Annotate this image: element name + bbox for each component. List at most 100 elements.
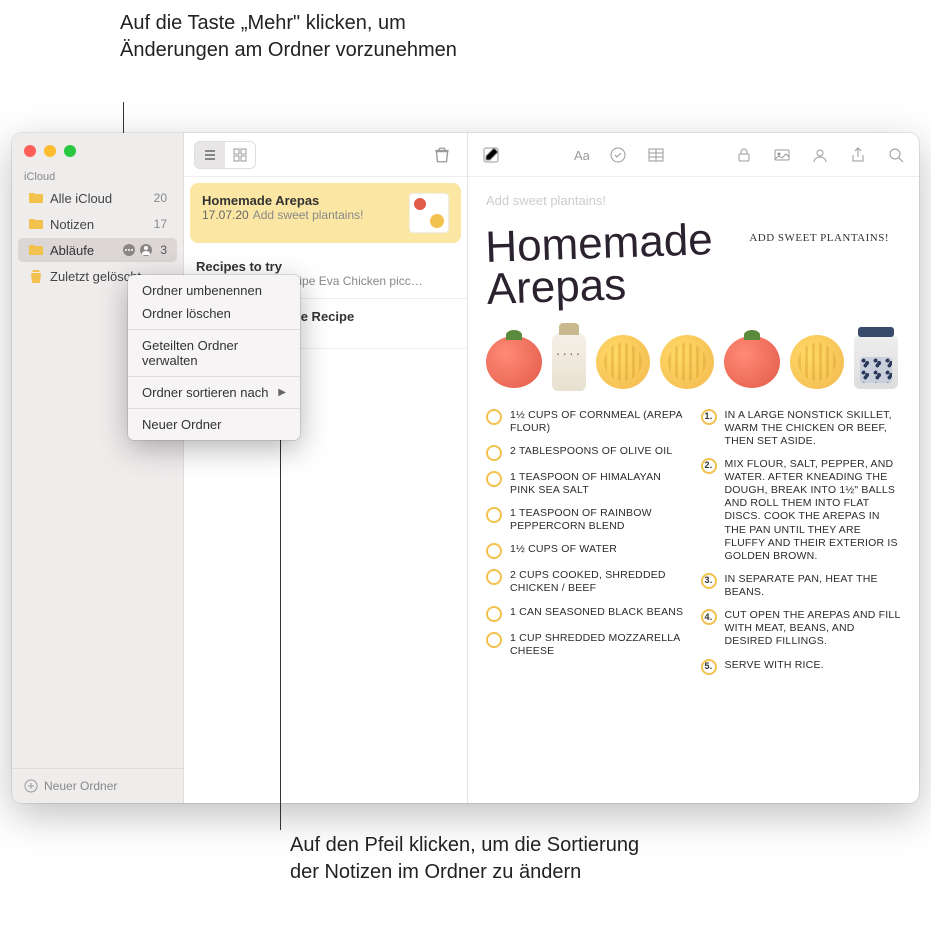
callout-bottom: Auf den Pfeil klicken, um die Sortierung… (290, 832, 650, 886)
menu-item[interactable]: Ordner löschen (128, 302, 300, 325)
step-item: 1.In a large nonstick skillet, warm the … (701, 409, 902, 448)
window-controls (12, 133, 183, 165)
new-folder-button[interactable]: Neuer Ordner (12, 768, 183, 803)
step-number-icon: 2. (701, 458, 717, 474)
ingredients-column: 1½ cups of cornmeal (arepa flour) 2 table… (486, 409, 687, 685)
svg-text:Aa: Aa (574, 148, 589, 163)
bullet-icon (486, 471, 502, 487)
ingredient-item: 1 can seasoned black beans (486, 606, 687, 622)
bullet-icon (486, 445, 502, 461)
orange-illustration (596, 335, 650, 389)
step-text: In separate pan, heat the beans. (725, 573, 902, 599)
orange-illustration (660, 335, 714, 389)
list-toolbar (184, 133, 467, 177)
sidebar-item-label: Abläufe (50, 243, 122, 258)
bullet-icon (486, 606, 502, 622)
sidebar-item-all-icloud[interactable]: Alle iCloud 20 (18, 186, 177, 210)
sidebar-item-notes[interactable]: Notizen 17 (18, 212, 177, 236)
menu-item-label: Ordner umbenennen (142, 283, 262, 298)
step-item: 5. Serve with rice. (701, 659, 902, 675)
menu-separator (128, 408, 300, 409)
jar-illustration (854, 335, 898, 389)
shaker-illustration (552, 333, 586, 391)
note-item[interactable]: Homemade Arepas 17.07.20Add sweet planta… (190, 183, 461, 243)
ingredient-text: 1 can seasoned black beans (510, 606, 683, 622)
step-text: Cut open the arepas and fill with meat, … (725, 609, 902, 648)
orange-illustration (790, 335, 844, 389)
step-text: Serve with rice. (725, 659, 824, 675)
step-number-icon: 4. (701, 609, 717, 625)
shared-icon (139, 243, 153, 257)
note-list-pane: Homemade Arepas 17.07.20Add sweet planta… (184, 133, 468, 803)
bullet-icon (486, 632, 502, 648)
sidebar-item-count: 3 (160, 243, 167, 257)
chevron-right-icon: ▶ (278, 387, 286, 398)
menu-item-label: Neuer Ordner (142, 417, 221, 432)
search-button[interactable] (885, 144, 907, 166)
bullet-icon (486, 507, 502, 523)
ingredient-item: 1 teaspoon of Himalayan pink sea salt (486, 471, 687, 497)
menu-item[interactable]: Ordner sortieren nach▶ (128, 381, 300, 404)
ingredient-item: 2 tablespoons of olive oil (486, 445, 687, 461)
close-window-button[interactable] (24, 145, 36, 157)
menu-separator (128, 376, 300, 377)
folder-icon (28, 190, 44, 206)
notes-window: iCloud Alle iCloud 20 Notizen 17 Abläufe… (12, 133, 919, 803)
folder-icon (28, 216, 44, 232)
ingredient-text: 1 teaspoon of rainbow peppercorn blend (510, 507, 687, 533)
step-item: 2. Mix flour, salt, pepper, and water. Af… (701, 458, 902, 563)
menu-item[interactable]: Neuer Ordner (128, 413, 300, 436)
media-button[interactable] (771, 144, 793, 166)
ingredient-text: 2 cups cooked, shredded chicken / beef (510, 569, 687, 595)
menu-item[interactable]: Ordner umbenennen (128, 279, 300, 302)
step-text: Mix flour, salt, pepper, and water. Afte… (725, 458, 902, 563)
note-body[interactable]: Add sweet plantains! HomemadeArepas Add … (468, 177, 919, 803)
sidebar: iCloud Alle iCloud 20 Notizen 17 Abläufe… (12, 133, 184, 803)
sidebar-section-label: iCloud (12, 165, 183, 185)
note-title: Recipes to try (196, 259, 455, 274)
step-number-icon: 1. (701, 409, 717, 425)
compose-button[interactable] (480, 144, 502, 166)
step-item: 3.In separate pan, heat the beans. (701, 573, 902, 599)
format-button[interactable]: Aa (569, 144, 591, 166)
bullet-icon (486, 543, 502, 559)
delete-note-button[interactable] (427, 142, 457, 168)
callout-top: Auf die Taste „Mehr" klicken, um Änderun… (120, 10, 460, 64)
ingredient-item: 1 teaspoon of rainbow peppercorn blend (486, 507, 687, 533)
more-icon[interactable] (122, 243, 136, 257)
ingredient-item: 1½ cups of water (486, 543, 687, 559)
list-view-button[interactable] (195, 142, 225, 168)
ingredient-text: 1½ cups of cornmeal (arepa flour) (510, 409, 687, 435)
grid-view-button[interactable] (225, 142, 255, 168)
ingredient-text: 1 teaspoon of Himalayan pink sea salt (510, 471, 687, 497)
ingredient-item: 2 cups cooked, shredded chicken / beef (486, 569, 687, 595)
step-item: 4. Cut open the arepas and fill with meat… (701, 609, 902, 648)
maximize-window-button[interactable] (64, 145, 76, 157)
view-toggle (194, 141, 256, 169)
folder-icon (28, 242, 44, 258)
sidebar-item-count: 17 (154, 217, 167, 231)
menu-item-label: Geteilten Ordner verwalten (142, 338, 286, 368)
menu-item[interactable]: Geteilten Ordner verwalten (128, 334, 300, 372)
tomato-illustration (486, 336, 542, 388)
table-button[interactable] (645, 144, 667, 166)
sidebar-item-ablaeufe[interactable]: Abläufe 3 (18, 238, 177, 262)
lock-button[interactable] (733, 144, 755, 166)
note-list: Homemade Arepas 17.07.20Add sweet planta… (184, 177, 467, 803)
bullet-icon (486, 409, 502, 425)
plus-circle-icon (24, 779, 38, 793)
ingredient-text: 1½ cups of water (510, 543, 617, 559)
trash-icon (28, 268, 44, 284)
ingredient-text: 2 tablespoons of olive oil (510, 445, 672, 461)
tomato-illustration (724, 336, 780, 388)
bullet-icon (486, 569, 502, 585)
recipe-annotation: Add sweet plantains! (749, 232, 889, 244)
sidebar-item-count: 20 (154, 191, 167, 205)
checklist-button[interactable] (607, 144, 629, 166)
collaborate-button[interactable] (809, 144, 831, 166)
step-number-icon: 5. (701, 659, 717, 675)
share-button[interactable] (847, 144, 869, 166)
minimize-window-button[interactable] (44, 145, 56, 157)
folder-context-menu: Ordner umbenennen Ordner löschen Geteilten… (128, 275, 300, 440)
sidebar-item-label: Notizen (50, 217, 150, 232)
